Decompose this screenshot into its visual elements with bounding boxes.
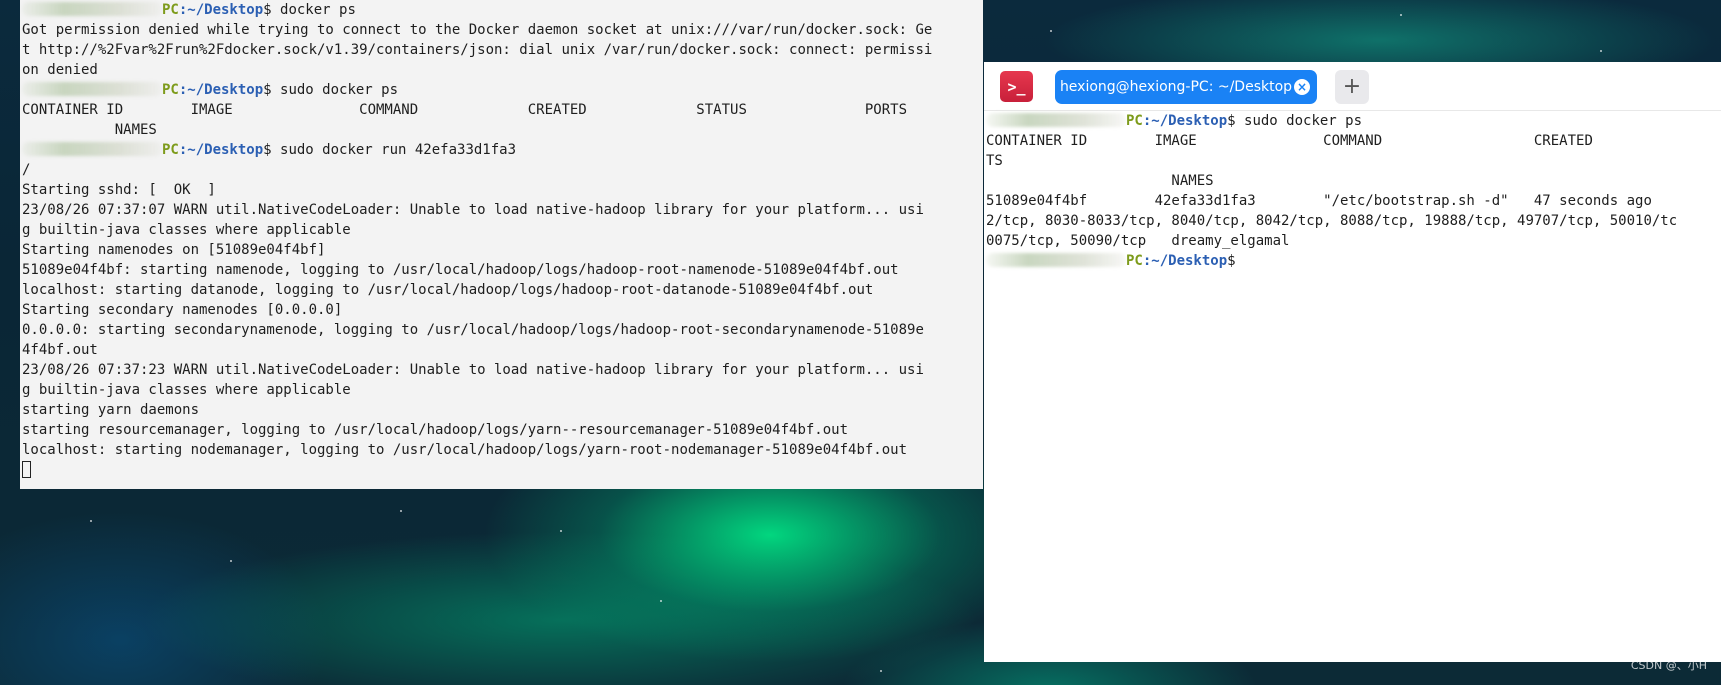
redacted-username <box>22 142 162 158</box>
output-line: TS <box>986 153 1003 169</box>
terminal-output-right: PC:~/Desktop$ sudo docker ps CONTAINER ID… <box>984 111 1721 271</box>
output-line: 0.0.0.0: starting secondarynamenode, log… <box>22 322 924 338</box>
prompt-command: $ sudo docker run 42efa33d1fa3 <box>263 142 517 158</box>
prompt-command: $ docker ps <box>263 2 356 18</box>
add-tab-button[interactable]: + <box>1335 70 1369 104</box>
prompt-line: PC:~/Desktop$ sudo docker ps <box>22 80 983 100</box>
redacted-username <box>22 82 162 98</box>
output-line: on denied <box>22 62 98 78</box>
prompt-path: :~/Desktop <box>178 142 264 158</box>
prompt-host: PC <box>1126 253 1143 269</box>
text-cursor <box>22 461 31 478</box>
prompt-line: PC:~/Desktop$ sudo docker run 42efa33d1f… <box>22 140 983 160</box>
prompt-command: $ sudo docker ps <box>1227 113 1363 129</box>
output-line: Starting sshd: [ OK ] <box>22 182 216 198</box>
output-line: starting yarn daemons <box>22 402 200 418</box>
close-icon[interactable]: × <box>1294 79 1310 95</box>
output-line: 51089e04f4bf: starting namenode, logging… <box>22 262 899 278</box>
output-line: CONTAINER ID IMAGE COMMAND CREATED STATU… <box>22 102 908 118</box>
terminal-output-left: PC:~/Desktop$ docker ps Got permission de… <box>20 0 983 480</box>
output-line: 51089e04f4bf 42efa33d1fa3 "/etc/bootstra… <box>986 193 1652 209</box>
prompt-host: PC <box>162 2 179 18</box>
tab-terminal-session[interactable]: hexiong@hexiong-PC: ~/Desktop × <box>1055 70 1317 104</box>
prompt-path: :~/Desktop <box>178 2 264 18</box>
output-line: Starting namenodes on [51089e04f4bf] <box>22 242 326 258</box>
prompt-line: PC:~/Desktop$ <box>986 251 1721 271</box>
redacted-username <box>986 113 1126 129</box>
prompt-command: $ <box>1227 253 1236 269</box>
output-line: g builtin-java classes where applicable <box>22 222 351 238</box>
output-line: t http://%2Fvar%2Frun%2Fdocker.sock/v1.3… <box>22 42 933 58</box>
output-line: NAMES <box>22 122 157 138</box>
output-line: g builtin-java classes where applicable <box>22 382 351 398</box>
terminal-window-left[interactable]: PC:~/Desktop$ docker ps Got permission de… <box>20 0 983 489</box>
terminal-icon[interactable]: >_ <box>1000 71 1033 102</box>
output-line: 23/08/26 07:37:23 WARN util.NativeCodeLo… <box>22 362 924 378</box>
output-line: 23/08/26 07:37:07 WARN util.NativeCodeLo… <box>22 202 924 218</box>
tab-label: hexiong@hexiong-PC: ~/Desktop <box>1059 79 1293 95</box>
output-line: / <box>22 162 31 178</box>
redacted-username <box>986 253 1126 269</box>
watermark: CSDN @、小H <box>1630 659 1707 672</box>
output-line: localhost: starting nodemanager, logging… <box>22 442 908 458</box>
prompt-line: PC:~/Desktop$ docker ps <box>22 0 983 20</box>
terminal-tab-bar: >_ hexiong@hexiong-PC: ~/Desktop × + <box>984 62 1721 111</box>
output-line: starting resourcemanager, logging to /us… <box>22 422 849 438</box>
terminal-window-right[interactable]: >_ hexiong@hexiong-PC: ~/Desktop × + PC:… <box>984 62 1721 662</box>
prompt-command: $ sudo docker ps <box>263 82 399 98</box>
output-line: Got permission denied while trying to co… <box>22 22 933 38</box>
output-line: NAMES <box>986 173 1214 189</box>
output-line: 4f4bf.out <box>22 342 98 358</box>
redacted-username <box>22 2 162 18</box>
prompt-path: :~/Desktop <box>1142 113 1228 129</box>
output-line: localhost: starting datanode, logging to… <box>22 282 874 298</box>
prompt-path: :~/Desktop <box>178 82 264 98</box>
prompt-host: PC <box>162 142 179 158</box>
prompt-line: PC:~/Desktop$ sudo docker ps <box>986 111 1721 131</box>
prompt-path: :~/Desktop <box>1142 253 1228 269</box>
prompt-host: PC <box>162 82 179 98</box>
output-line: 2/tcp, 8030-8033/tcp, 8040/tcp, 8042/tcp… <box>986 213 1678 229</box>
output-line: CONTAINER ID IMAGE COMMAND CREATED <box>986 133 1593 149</box>
output-line: 0075/tcp, 50090/tcp dreamy_elgamal <box>986 233 1290 249</box>
cursor-line <box>22 460 983 480</box>
prompt-host: PC <box>1126 113 1143 129</box>
output-line: Starting secondary namenodes [0.0.0.0] <box>22 302 343 318</box>
